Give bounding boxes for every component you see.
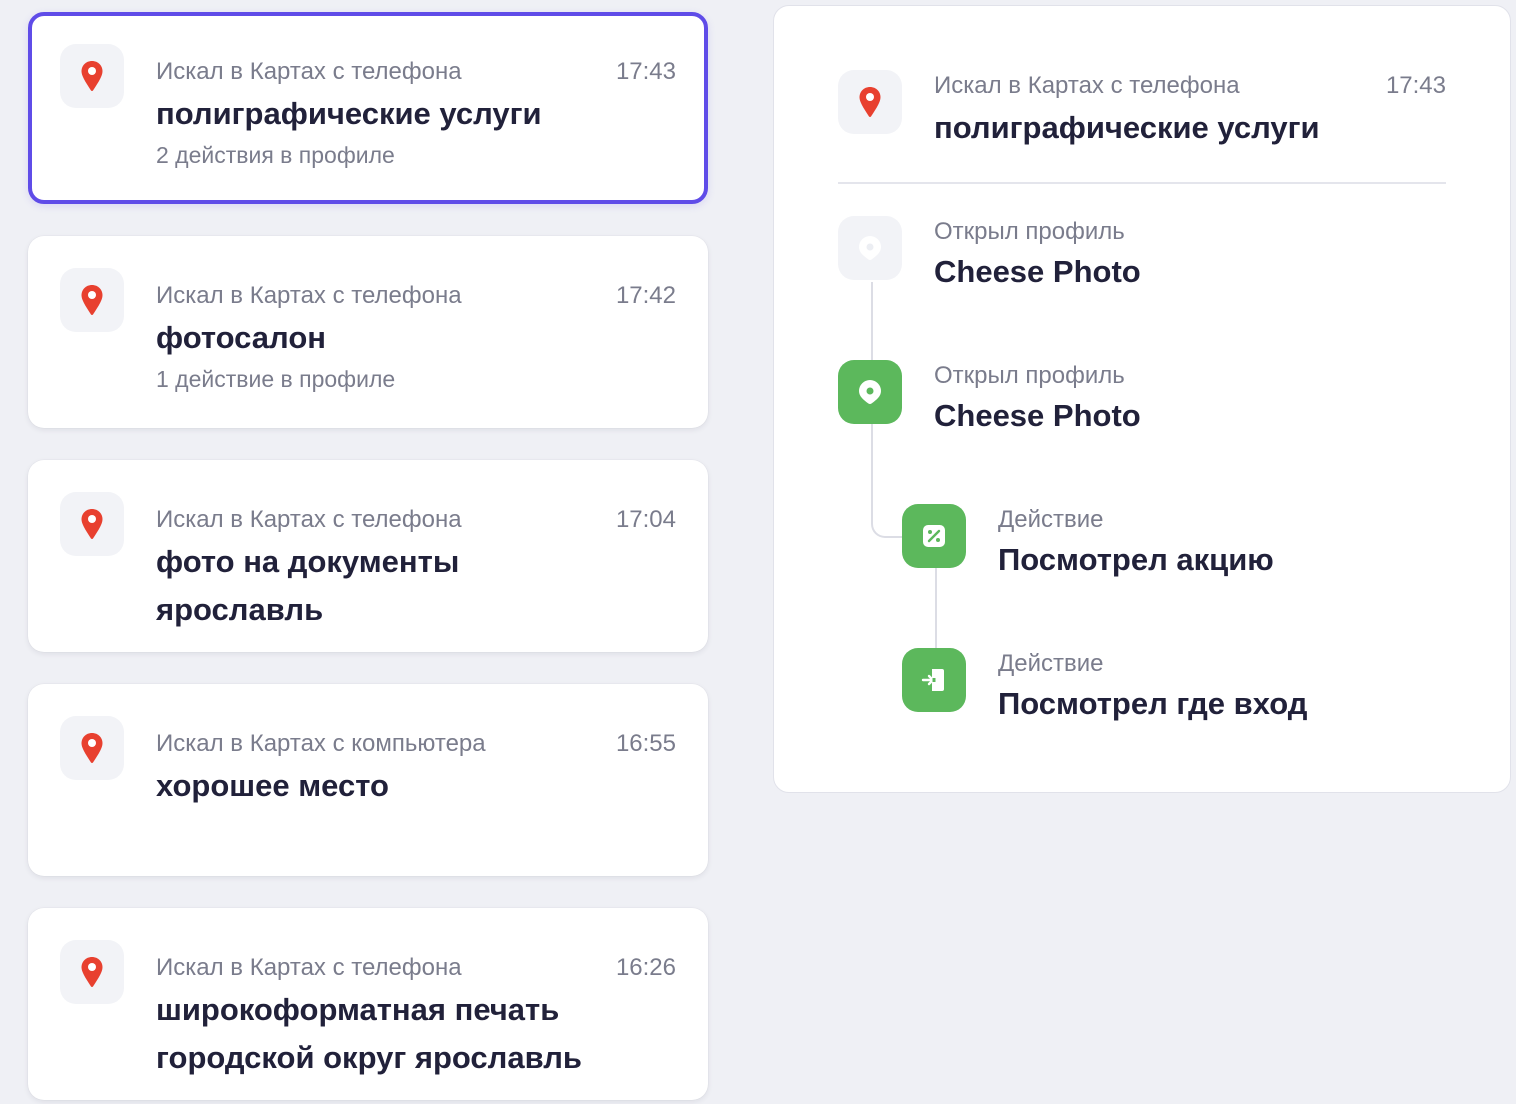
search-source: Искал в Картах с телефона (156, 282, 462, 309)
search-query-line: фото на документы (156, 544, 460, 579)
timeline-connector (935, 568, 937, 652)
search-query: фото на документы ярославль (156, 538, 676, 634)
search-time: 17:43 (615, 58, 676, 85)
timeline-step-title: Посмотрел акцию (998, 542, 1274, 577)
discount-icon (902, 504, 966, 568)
search-query: полиграфические услуги (156, 90, 676, 138)
history-card-2[interactable]: Искал в Картах с телефона 17:04 фото на … (28, 460, 708, 652)
search-time: 16:26 (615, 954, 676, 981)
search-query: широкоформатная печать городской округ я… (156, 986, 676, 1082)
search-query-line: фотосалон (156, 320, 326, 355)
entrance-icon (902, 648, 966, 712)
search-source: Искал в Картах с телефона (156, 58, 462, 85)
timeline-connector (871, 506, 905, 538)
search-query-line: полиграфические услуги (156, 96, 542, 131)
detail-time: 17:43 (1385, 72, 1446, 99)
history-card-4[interactable]: Искал в Картах с телефона 16:26 широкофо… (28, 908, 708, 1100)
search-query: фотосалон (156, 314, 676, 362)
timeline-step-label: Открыл профиль (934, 362, 1125, 389)
search-query-line: городской округ ярославль (156, 1040, 582, 1075)
search-query-line: ярославль (156, 592, 324, 627)
place-pin-icon (838, 360, 902, 424)
search-query-line: широкоформатная печать (156, 992, 560, 1027)
timeline-connector (871, 282, 873, 366)
timeline-step-label: Действие (998, 506, 1104, 533)
search-detail-panel: Искал в Картах с телефона 17:43 полиграф… (773, 5, 1511, 793)
timeline-step-label: Открыл профиль (934, 218, 1125, 245)
timeline-step-title: Посмотрел где вход (998, 686, 1308, 721)
divider (838, 182, 1446, 184)
maps-pin-icon (60, 268, 124, 332)
search-query-line: хорошее место (156, 768, 389, 803)
search-time: 17:42 (615, 282, 676, 309)
timeline-step-title[interactable]: Cheese Photo (934, 252, 1141, 292)
history-card-3[interactable]: Искал в Картах с компьютера 16:55 хороше… (28, 684, 708, 876)
history-card-1[interactable]: Искал в Картах с телефона 17:42 фотосало… (28, 236, 708, 428)
search-time: 16:55 (615, 730, 676, 757)
search-source: Искал в Картах с телефона (156, 954, 462, 981)
search-time: 17:04 (615, 506, 676, 533)
timeline-step-label: Действие (998, 650, 1104, 677)
search-source: Искал в Картах с компьютера (156, 730, 486, 757)
detail-source: Искал в Картах с телефона (934, 72, 1240, 99)
detail-query: полиграфические услуги (934, 110, 1320, 145)
timeline-step-title[interactable]: Cheese Photo (934, 396, 1141, 436)
maps-pin-icon (60, 940, 124, 1004)
maps-pin-icon (60, 44, 124, 108)
search-query: хорошее место (156, 762, 676, 810)
place-pin-icon (838, 216, 902, 280)
maps-pin-icon (60, 716, 124, 780)
history-card-0[interactable]: Искал в Картах с телефона 17:43 полиграф… (28, 12, 708, 204)
maps-pin-icon (60, 492, 124, 556)
profile-actions-count: 2 действия в профиле (156, 142, 395, 168)
profile-actions-count: 1 действие в профиле (156, 366, 396, 392)
search-source: Искал в Картах с телефона (156, 506, 462, 533)
maps-pin-icon (838, 70, 902, 134)
